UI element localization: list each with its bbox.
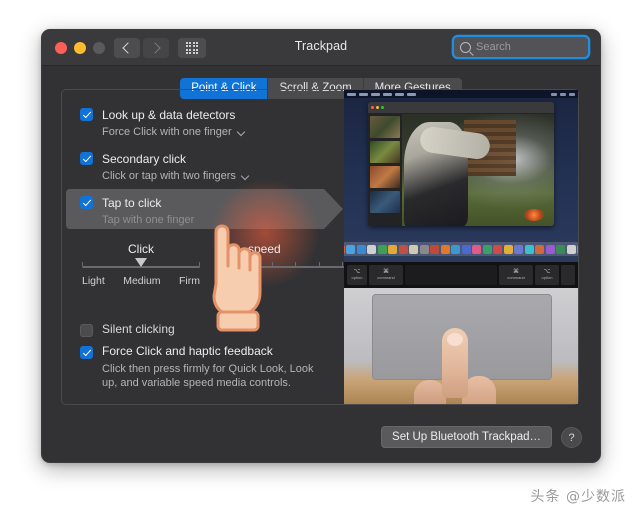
key-space — [405, 265, 497, 285]
dock-icon — [451, 244, 461, 254]
preview-photo-fire — [524, 209, 544, 221]
slider-tick-firm: Firm — [178, 275, 200, 287]
preview-trackpad-photo — [344, 288, 578, 404]
trackpad-demo-preview[interactable]: ⌥ option ⌘ command ⌘ command ⌥ option — [344, 90, 578, 404]
dock-icon — [493, 244, 503, 254]
dock-icon — [524, 244, 534, 254]
preview-thumbnail — [370, 166, 400, 188]
option-popup-secondary-click[interactable]: Click or tap with two fingers — [102, 169, 250, 184]
slider-tick-medium: Medium — [123, 275, 161, 287]
dock-icon — [398, 244, 408, 254]
option-secondary-click[interactable]: Secondary click Click or tap with two fi… — [62, 150, 334, 184]
force-click-description: Click then press firmly for Quick Look, … — [102, 363, 314, 389]
option-label-silent-clicking: Silent clicking — [102, 322, 175, 336]
dock-icon — [356, 244, 366, 254]
dock-icon — [346, 244, 356, 254]
dock-icon — [566, 244, 576, 254]
chevron-down-icon — [240, 171, 250, 180]
settings-panel: Look up & data detectors Force Click wit… — [61, 89, 579, 405]
dock-icon — [472, 244, 482, 254]
dock-icon — [514, 244, 524, 254]
option-force-click[interactable]: Force Click and haptic feedback — [62, 344, 334, 359]
checkbox-silent-clicking[interactable] — [80, 324, 93, 337]
dock-icon — [367, 244, 377, 254]
slider-zone: Click Light Medium Firm speed — [62, 242, 366, 312]
preview-main-photo — [402, 114, 554, 226]
option-label-tap-to-click: Tap to click — [102, 196, 162, 210]
checkbox-tap-to-click[interactable] — [80, 196, 93, 209]
preview-app-toolbar — [368, 102, 554, 114]
checkbox-force-click[interactable] — [80, 346, 93, 359]
option-label-force-click: Force Click and haptic feedback — [102, 344, 273, 358]
trackpad-preferences-window: Trackpad Point & Click Scroll & Zoom Mor… — [41, 29, 601, 463]
option-popup-value-look-up: Force Click with one finger — [102, 126, 232, 138]
key-option-left: ⌥ option — [347, 265, 367, 285]
dock-icon — [482, 244, 492, 254]
dock-icon — [545, 244, 555, 254]
checkbox-look-up[interactable] — [80, 108, 93, 121]
slider-scale-click: Light Medium Firm — [82, 275, 200, 287]
slider-tick-light: Light — [82, 275, 105, 287]
option-subtitle-tap-to-click: Tap with one finger — [102, 214, 195, 226]
dock-icon — [419, 244, 429, 254]
preview-fingernail — [447, 333, 463, 346]
dock-icon — [577, 244, 578, 254]
dock-icon — [377, 244, 387, 254]
option-label-look-up: Look up & data detectors — [102, 108, 236, 122]
window-bottom-bar: Set Up Bluetooth Trackpad… ? — [42, 416, 600, 462]
preview-desktop-screenshot — [344, 90, 578, 262]
dock-icon — [535, 244, 545, 254]
search-icon — [460, 41, 471, 53]
key-arrow — [561, 265, 575, 285]
preview-keyboard-row: ⌥ option ⌘ command ⌘ command ⌥ option — [344, 262, 578, 288]
option-look-up-and-data-detectors[interactable]: Look up & data detectors Force Click wit… — [62, 106, 334, 140]
option-tap-to-click[interactable]: Tap to click Tap with one finger — [62, 194, 334, 228]
slider-knob-click[interactable] — [135, 258, 147, 267]
dock-icon — [440, 244, 450, 254]
preview-thumbnail — [370, 141, 400, 163]
dock-icon — [344, 244, 345, 254]
key-command-right: ⌘ command — [499, 265, 533, 285]
option-silent-clicking[interactable]: Silent clicking — [62, 322, 334, 337]
chevron-down-icon — [236, 127, 245, 136]
options-column: Look up & data detectors Force Click wit… — [62, 90, 366, 404]
checkbox-secondary-click[interactable] — [80, 152, 93, 165]
help-button[interactable]: ? — [561, 427, 582, 448]
watermark: 头条 @少数派 — [530, 489, 626, 505]
slider-label-click: Click — [128, 242, 154, 256]
dock-icon — [409, 244, 419, 254]
dock-icon — [503, 244, 513, 254]
option-label-secondary-click: Secondary click — [102, 152, 187, 166]
preview-menu-bar — [344, 90, 578, 98]
slider-click-pressure[interactable]: Click Light Medium Firm — [82, 242, 200, 287]
dock-icon — [430, 244, 440, 254]
dock-icon — [556, 244, 566, 254]
slider-track-click[interactable] — [82, 258, 200, 268]
window-titlebar: Trackpad — [42, 30, 600, 66]
preview-thumbnail — [370, 191, 400, 213]
key-option-right: ⌥ option — [535, 265, 559, 285]
key-command-left: ⌘ command — [369, 265, 403, 285]
dock-icon — [388, 244, 398, 254]
preview-thumbnail-sidebar — [368, 114, 402, 226]
preview-dock — [344, 242, 578, 256]
search-field[interactable] — [454, 37, 588, 57]
preview-thumbnail — [370, 116, 400, 138]
set-up-bluetooth-trackpad-button[interactable]: Set Up Bluetooth Trackpad… — [381, 426, 552, 448]
preview-preview-app-window — [368, 102, 554, 226]
option-popup-look-up[interactable]: Force Click with one finger — [102, 125, 245, 140]
preview-app-body — [368, 114, 554, 226]
option-popup-value-secondary-click: Click or tap with two fingers — [102, 170, 236, 182]
dock-icon — [461, 244, 471, 254]
search-input[interactable] — [476, 41, 582, 53]
